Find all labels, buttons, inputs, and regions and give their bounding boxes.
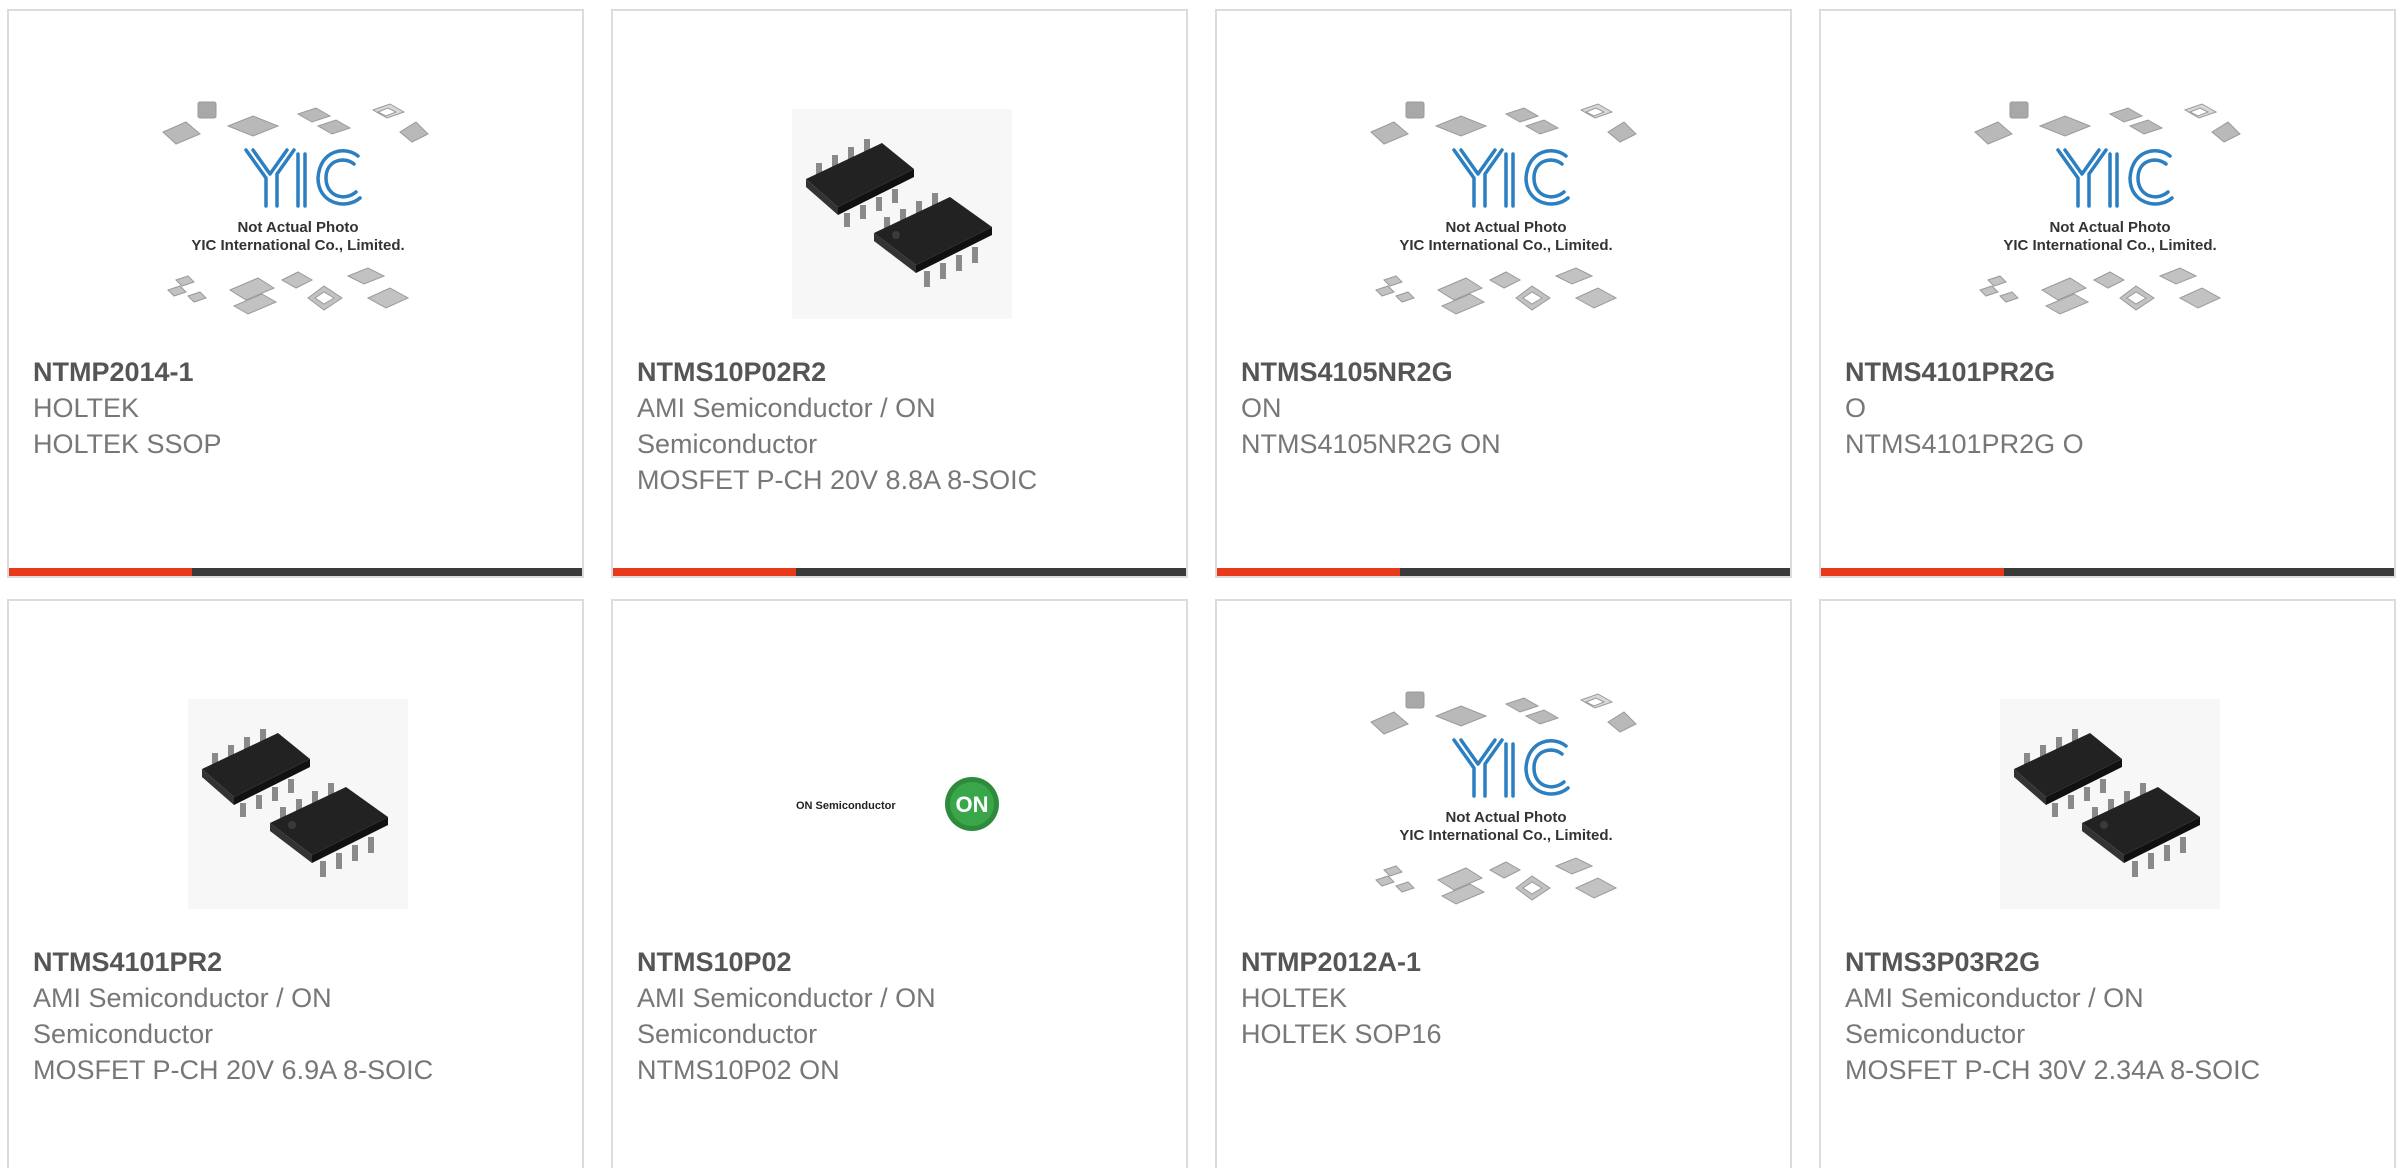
description: MOSFET P-CH 20V 8.8A 8-SOIC (637, 465, 1038, 495)
product-info: NTMS10P02 AMI Semiconductor / ON Semicond… (637, 944, 1097, 1088)
yic-placeholder-image: Not Actual Photo YIC International Co., … (1369, 101, 1637, 315)
product-info: NTMP2014-1 HOLTEK HOLTEK SSOP (33, 354, 493, 462)
card-bar-accent (1821, 568, 2004, 576)
product-grid: Not Actual Photo YIC International Co., … (0, 0, 2400, 1168)
product-card[interactable]: NTMS10P02R2 AMI Semiconductor / ON Semico… (611, 9, 1188, 578)
part-number-link[interactable]: NTMS4101PR2G (1845, 354, 2305, 390)
description: NTMS4105NR2G ON (1241, 429, 1501, 459)
placeholder-line2: YIC International Co., Limited. (191, 237, 404, 254)
soic-chip-image (1999, 699, 2220, 909)
description: HOLTEK SSOP (33, 429, 222, 459)
product-image[interactable] (637, 69, 1166, 359)
yic-placeholder-image: Not Actual Photo YIC International Co., … (1369, 691, 1637, 905)
yic-placeholder-image: Not Actual Photo YIC International Co., … (161, 101, 429, 315)
product-image[interactable] (1845, 659, 2374, 949)
product-info: NTMS3P03R2G AMI Semiconductor / ON Semico… (1845, 944, 2305, 1088)
on-semiconductor-logo: ON Semiconductor ON (796, 777, 999, 831)
placeholder-line1: Not Actual Photo (1445, 809, 1566, 826)
description: HOLTEK SOP16 (1241, 1019, 1442, 1049)
part-number-link[interactable]: NTMS10P02 (637, 944, 1097, 980)
product-image[interactable]: Not Actual Photo YIC International Co., … (1241, 659, 1770, 949)
part-number-link[interactable]: NTMS4101PR2 (33, 944, 493, 980)
placeholder-line1: Not Actual Photo (2049, 219, 2170, 236)
placeholder-line2: YIC International Co., Limited. (1399, 827, 1612, 844)
product-card[interactable]: Not Actual Photo YIC International Co., … (1215, 9, 1792, 578)
product-image[interactable]: Not Actual Photo YIC International Co., … (1845, 69, 2374, 359)
soic-chip-image (791, 109, 1012, 319)
card-progress-bar (1217, 568, 1790, 576)
manufacturer: HOLTEK (33, 393, 140, 423)
card-progress-bar (9, 568, 582, 576)
manufacturer: AMI Semiconductor / ON Semiconductor (1845, 983, 2144, 1049)
product-info: NTMS4105NR2G ON NTMS4105NR2G ON (1241, 354, 1701, 462)
card-progress-bar (1821, 568, 2394, 576)
placeholder-line1: Not Actual Photo (1445, 219, 1566, 236)
manufacturer: HOLTEK (1241, 983, 1348, 1013)
product-card[interactable]: Not Actual Photo YIC International Co., … (1819, 9, 2396, 578)
description: NTMS4101PR2G O (1845, 429, 2084, 459)
manufacturer: AMI Semiconductor / ON Semiconductor (637, 393, 936, 459)
product-card[interactable]: Not Actual Photo YIC International Co., … (7, 9, 584, 578)
product-card[interactable]: NTMS3P03R2G AMI Semiconductor / ON Semico… (1819, 599, 2396, 1168)
soic-chip-image (187, 699, 408, 909)
product-info: NTMS4101PR2 AMI Semiconductor / ON Semico… (33, 944, 493, 1088)
part-number-link[interactable]: NTMS4105NR2G (1241, 354, 1701, 390)
product-card[interactable]: NTMS4101PR2 AMI Semiconductor / ON Semico… (7, 599, 584, 1168)
product-card[interactable]: ON Semiconductor ON NTMS10P02 AMI Semicon… (611, 599, 1188, 1168)
part-number-link[interactable]: NTMP2012A-1 (1241, 944, 1701, 980)
product-info: NTMS10P02R2 AMI Semiconductor / ON Semico… (637, 354, 1097, 498)
product-image[interactable]: ON Semiconductor ON (637, 659, 1166, 949)
manufacturer: AMI Semiconductor / ON Semiconductor (33, 983, 332, 1049)
card-bar-accent (9, 568, 192, 576)
manufacturer: O (1845, 393, 1867, 423)
part-number-link[interactable]: NTMS3P03R2G (1845, 944, 2305, 980)
part-number-link[interactable]: NTMS10P02R2 (637, 354, 1097, 390)
yic-placeholder-image: Not Actual Photo YIC International Co., … (1973, 101, 2241, 315)
card-bar-accent (613, 568, 796, 576)
product-image[interactable] (33, 659, 562, 949)
product-image[interactable]: Not Actual Photo YIC International Co., … (1241, 69, 1770, 359)
product-info: NTMS4101PR2G O NTMS4101PR2G O (1845, 354, 2305, 462)
card-progress-bar (613, 568, 1186, 576)
placeholder-line2: YIC International Co., Limited. (1399, 237, 1612, 254)
placeholder-line1: Not Actual Photo (237, 219, 358, 236)
on-semi-badge-text: ON (955, 792, 988, 817)
product-card[interactable]: Not Actual Photo YIC International Co., … (1215, 599, 1792, 1168)
manufacturer: ON (1241, 393, 1282, 423)
card-bar-accent (1217, 568, 1400, 576)
on-semi-logo-text: ON Semiconductor (796, 800, 896, 812)
product-image[interactable]: Not Actual Photo YIC International Co., … (33, 69, 562, 359)
part-number-link[interactable]: NTMP2014-1 (33, 354, 493, 390)
description: MOSFET P-CH 30V 2.34A 8-SOIC (1845, 1055, 2261, 1085)
product-info: NTMP2012A-1 HOLTEK HOLTEK SOP16 (1241, 944, 1701, 1052)
description: MOSFET P-CH 20V 6.9A 8-SOIC (33, 1055, 434, 1085)
placeholder-line2: YIC International Co., Limited. (2003, 237, 2216, 254)
manufacturer: AMI Semiconductor / ON Semiconductor (637, 983, 936, 1049)
description: NTMS10P02 ON (637, 1055, 840, 1085)
